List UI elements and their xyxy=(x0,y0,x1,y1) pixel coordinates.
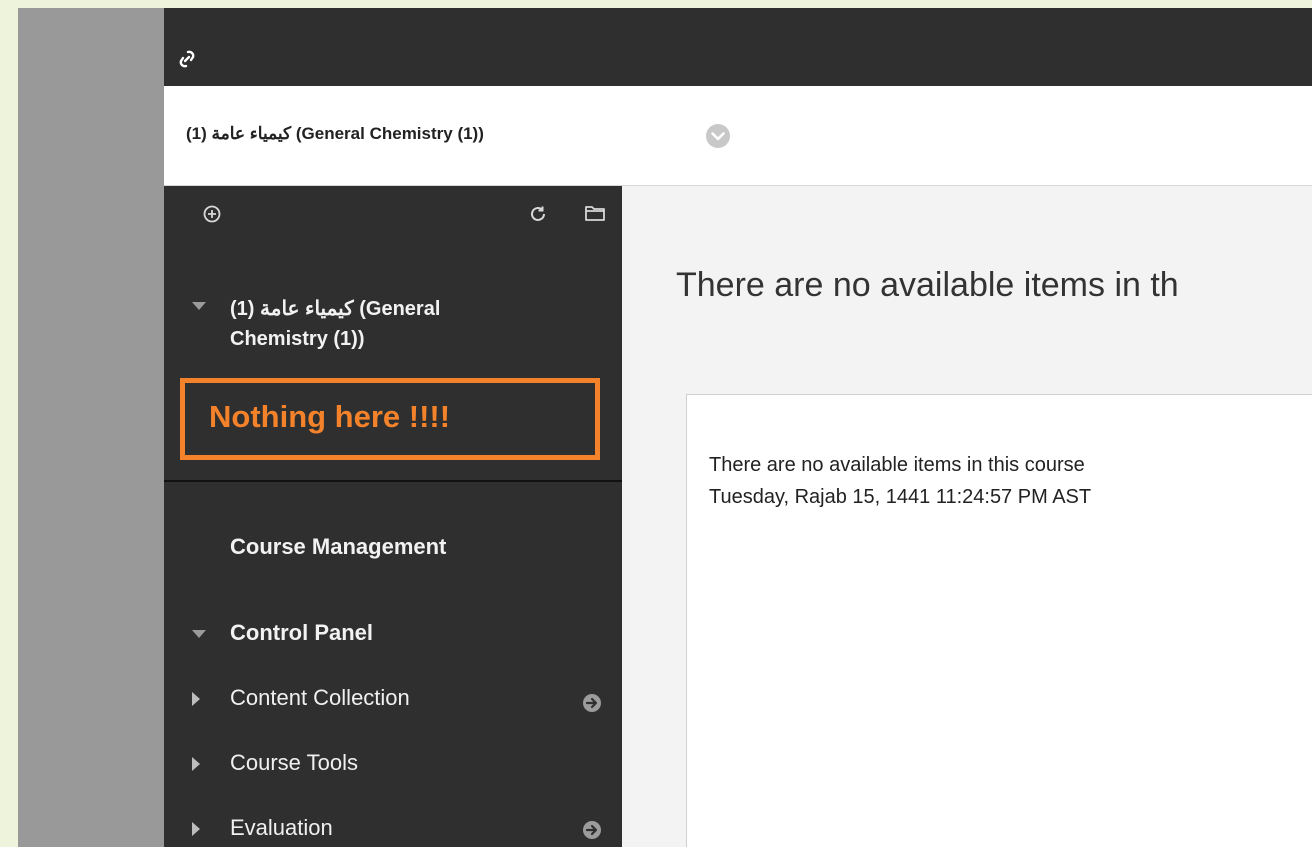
arrow-right-circle-icon[interactable] xyxy=(582,820,602,840)
add-circle-icon[interactable] xyxy=(202,204,222,224)
expand-triangle-icon[interactable] xyxy=(192,692,200,706)
message-panel: There are no available items in this cou… xyxy=(686,394,1312,847)
main-content-area: There are no available items in th There… xyxy=(622,186,1312,847)
arrow-right-circle-icon[interactable] xyxy=(582,693,602,713)
no-items-message: There are no available items in this cou… xyxy=(709,449,1091,513)
link-icon[interactable] xyxy=(176,48,198,70)
top-bar xyxy=(164,8,1312,86)
sidebar-item-content-collection[interactable]: Content Collection xyxy=(230,685,410,711)
sidebar-divider xyxy=(164,480,622,482)
annotation-text: Nothing here !!!! xyxy=(209,399,451,434)
message-line-2: Tuesday, Rajab 15, 1441 11:24:57 PM AST xyxy=(709,486,1092,508)
collapse-triangle-icon[interactable] xyxy=(192,302,206,310)
control-panel-heading[interactable]: Control Panel xyxy=(230,620,373,646)
page-heading: There are no available items in th xyxy=(676,266,1179,304)
sidebar-item-course-tools[interactable]: Course Tools xyxy=(230,750,358,776)
course-management-heading: Course Management xyxy=(230,534,447,559)
left-gray-strip xyxy=(18,8,164,847)
course-title-bar: كيمياء عامة (1) (General Chemistry (1)) xyxy=(164,86,1312,186)
message-line-1: There are no available items in this cou… xyxy=(709,454,1085,476)
collapse-triangle-icon[interactable] xyxy=(192,630,206,638)
course-node-label-line2: Chemistry (1)) xyxy=(230,328,365,350)
course-node[interactable]: كيمياء عامة (1) (General Chemistry (1)) xyxy=(230,294,530,354)
course-menu-sidebar: كيمياء عامة (1) (General Chemistry (1)) … xyxy=(164,186,622,847)
chevron-down-circle-icon[interactable] xyxy=(704,122,732,150)
expand-triangle-icon[interactable] xyxy=(192,822,200,836)
folder-icon[interactable] xyxy=(584,203,606,223)
course-title[interactable]: كيمياء عامة (1) (General Chemistry (1)) xyxy=(186,124,484,144)
course-node-label-line1: كيمياء عامة (1) (General xyxy=(230,298,441,320)
refresh-icon[interactable] xyxy=(528,204,548,224)
sidebar-item-evaluation[interactable]: Evaluation xyxy=(230,815,333,841)
annotation-box: Nothing here !!!! xyxy=(180,378,600,460)
expand-triangle-icon[interactable] xyxy=(192,757,200,771)
